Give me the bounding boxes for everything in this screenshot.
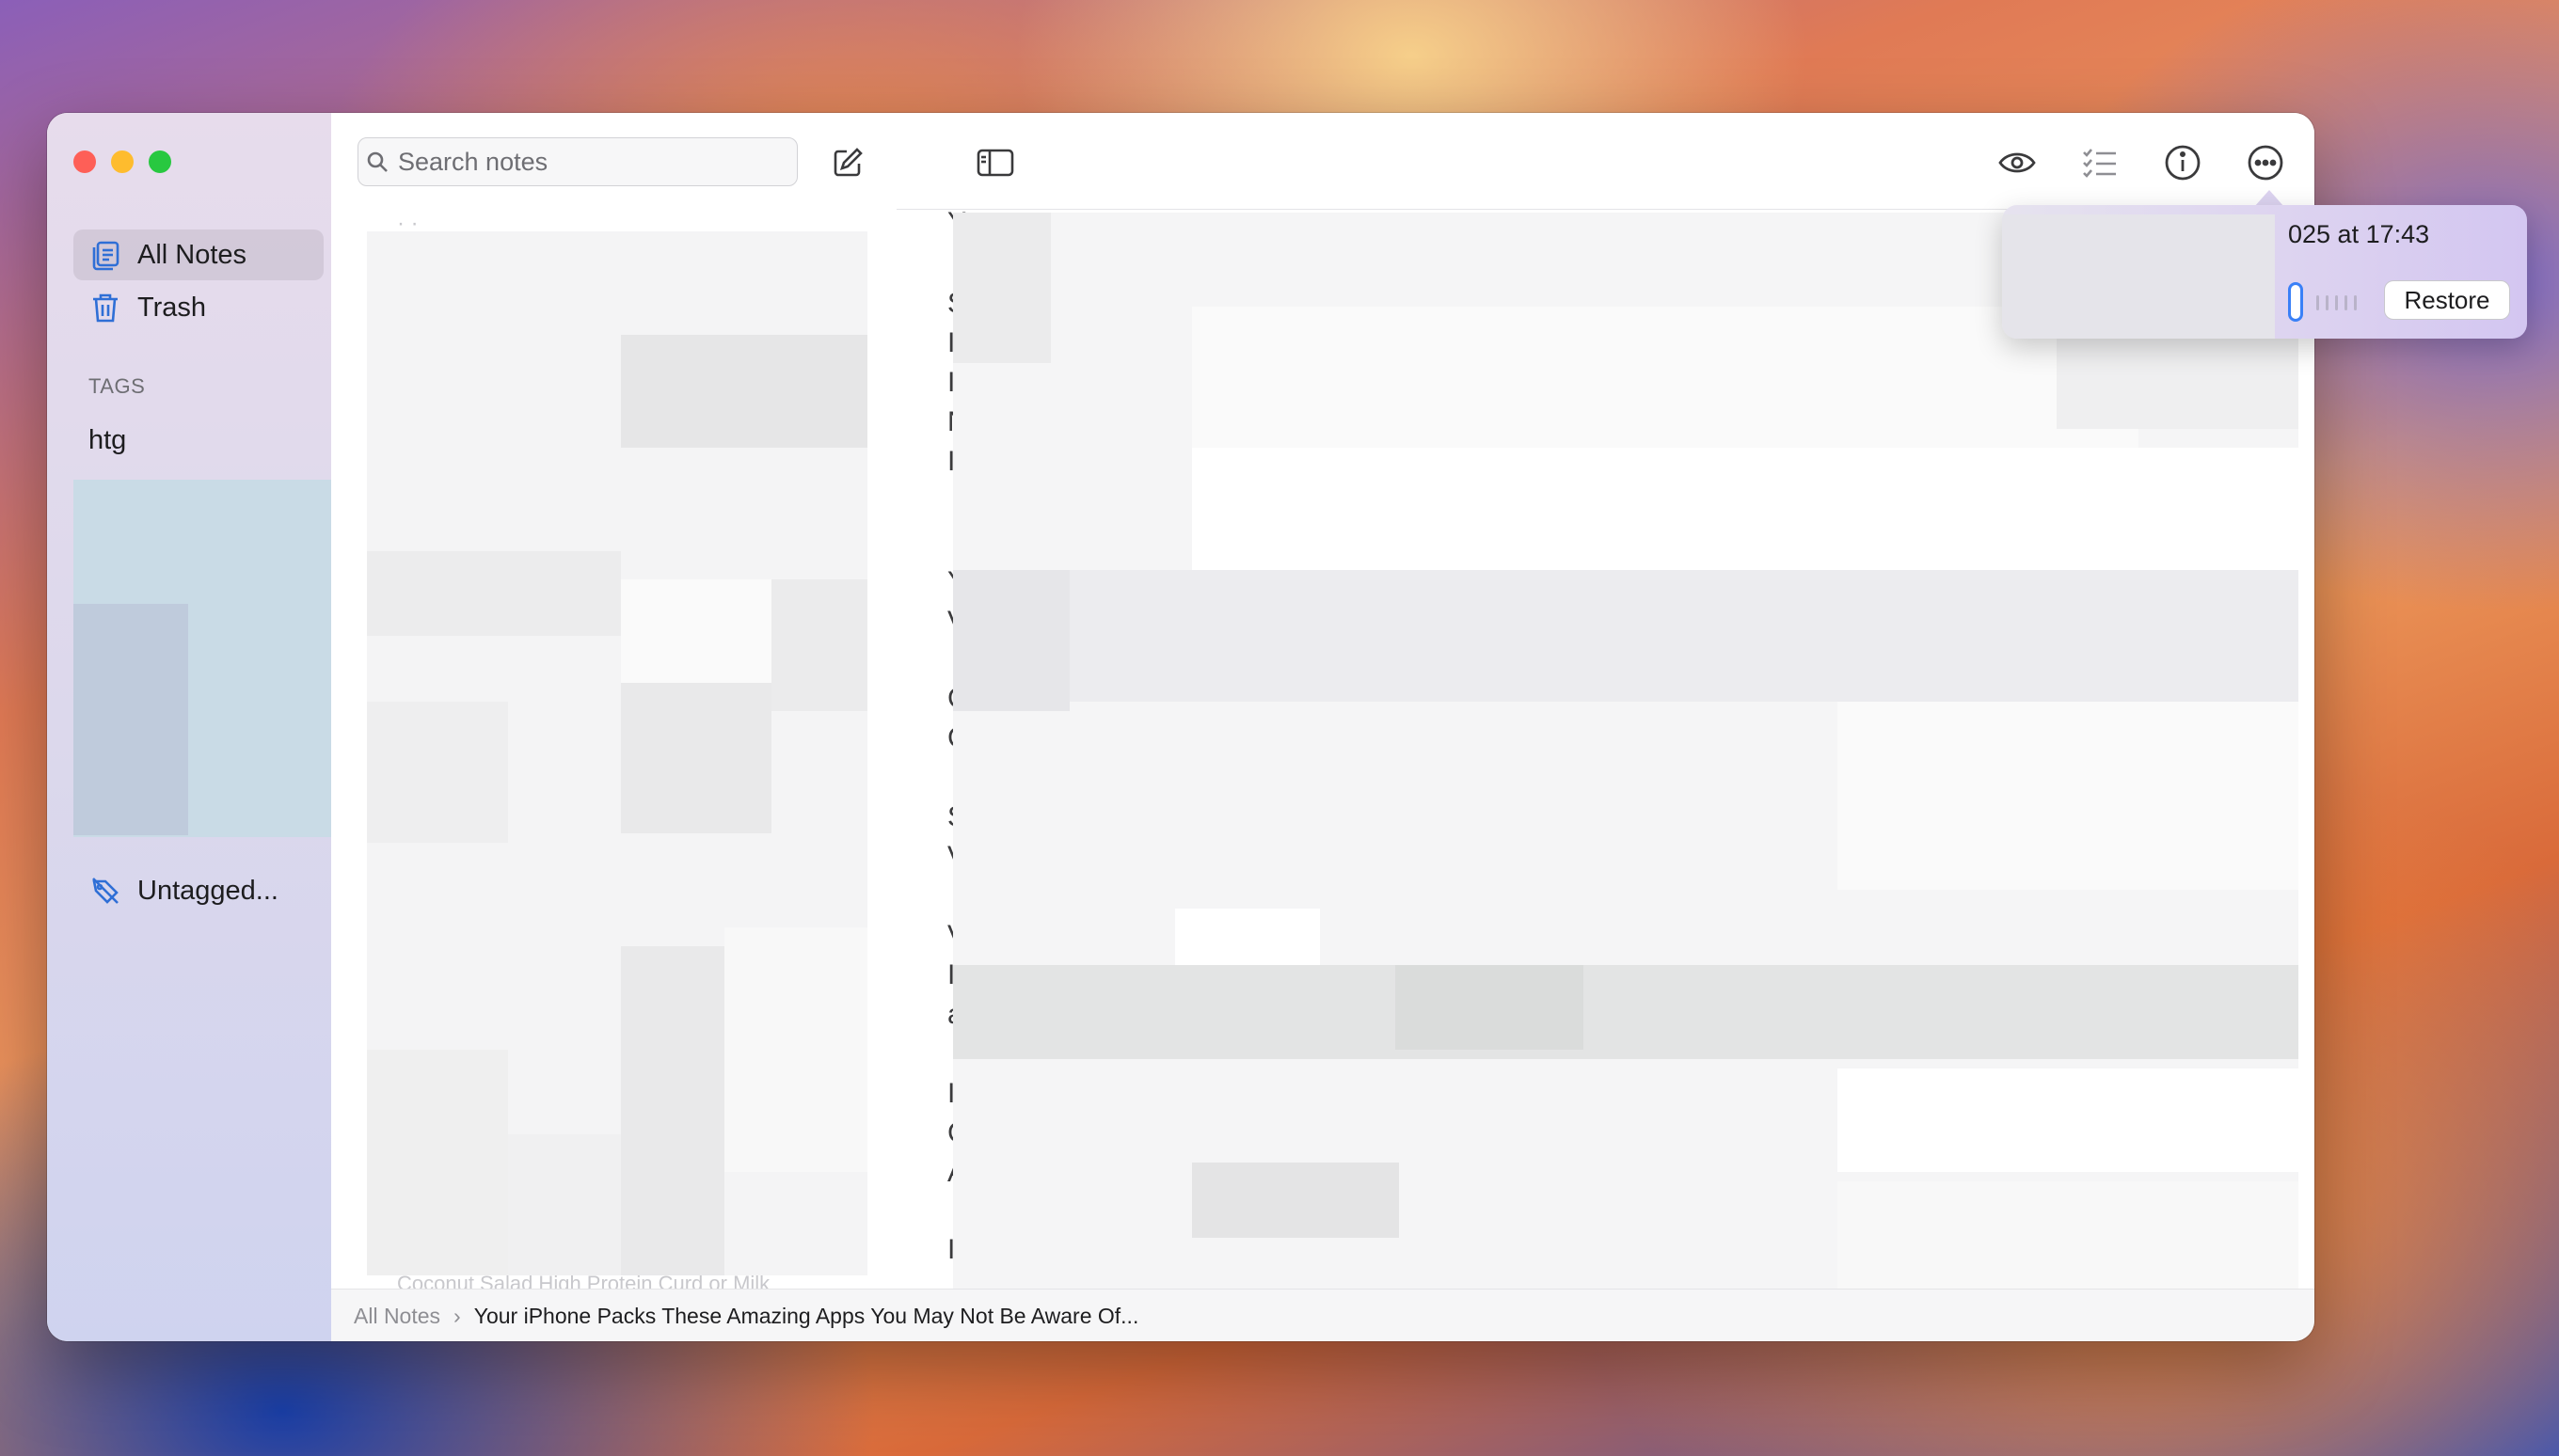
sidebar-item-trash[interactable]: Trash — [73, 282, 324, 333]
version-slider-knob[interactable] — [2288, 282, 2303, 322]
compose-icon — [834, 148, 863, 177]
sidebar-toggle-button[interactable] — [972, 139, 1019, 186]
sidebar-item-untagged[interactable]: Untagged... — [73, 865, 324, 916]
maximize-window-button[interactable] — [149, 150, 171, 173]
breadcrumb-note-title: Your iPhone Packs These Amazing Apps You… — [473, 1303, 1139, 1328]
search-icon — [358, 150, 396, 173]
more-options-button[interactable] — [2242, 139, 2289, 186]
info-button[interactable] — [2159, 139, 2206, 186]
redacted-region — [73, 604, 188, 835]
sidebar-item-label: All Notes — [137, 239, 247, 270]
breadcrumb: All Notes › Your iPhone Packs These Amaz… — [331, 1289, 2314, 1341]
preview-button[interactable] — [1994, 139, 2041, 186]
sidebar: All Notes Trash TAGS htg Untagged... — [47, 113, 332, 1341]
checklist-button[interactable] — [2076, 139, 2123, 186]
more-options-icon — [2248, 145, 2283, 181]
preview-eye-icon — [1998, 152, 2036, 173]
sidebar-item-label: Untagged... — [137, 875, 278, 906]
search-input[interactable] — [396, 146, 776, 178]
search-field[interactable] — [358, 137, 798, 186]
chevron-right-icon: › — [453, 1303, 461, 1328]
info-icon — [2165, 145, 2201, 181]
minimize-window-button[interactable] — [111, 150, 134, 173]
new-note-button[interactable] — [826, 141, 869, 184]
close-window-button[interactable] — [73, 150, 96, 173]
editor-toolbar — [897, 113, 2314, 210]
restore-button[interactable]: Restore — [2384, 280, 2510, 320]
breadcrumb-root[interactable]: All Notes — [354, 1304, 440, 1329]
notes-stack-icon — [85, 234, 126, 276]
notes-window: All Notes Trash TAGS htg Untagged... Sea… — [47, 113, 2314, 1341]
sidebar-item-all-notes[interactable]: All Notes — [73, 229, 324, 280]
version-date: 025 at 17:43 — [2288, 220, 2430, 248]
tag-htg[interactable]: htg — [88, 425, 126, 456]
notes-list-pane: · · Coconut Salad High Protein Curd or M… — [331, 113, 898, 1295]
version-history-popover: 025 at 17:43 Restore — [2002, 205, 2527, 339]
checklist-icon — [2083, 149, 2116, 178]
redacted-note-content — [953, 213, 2298, 1289]
tags-header: TAGS — [88, 374, 146, 398]
sidebar-item-label: Trash — [137, 292, 207, 323]
untagged-icon — [85, 870, 126, 911]
sidebar-toggle-icon — [977, 149, 1014, 177]
redacted-notes-list — [367, 231, 867, 1275]
trash-icon — [85, 287, 126, 328]
redacted-region — [2002, 214, 2275, 339]
